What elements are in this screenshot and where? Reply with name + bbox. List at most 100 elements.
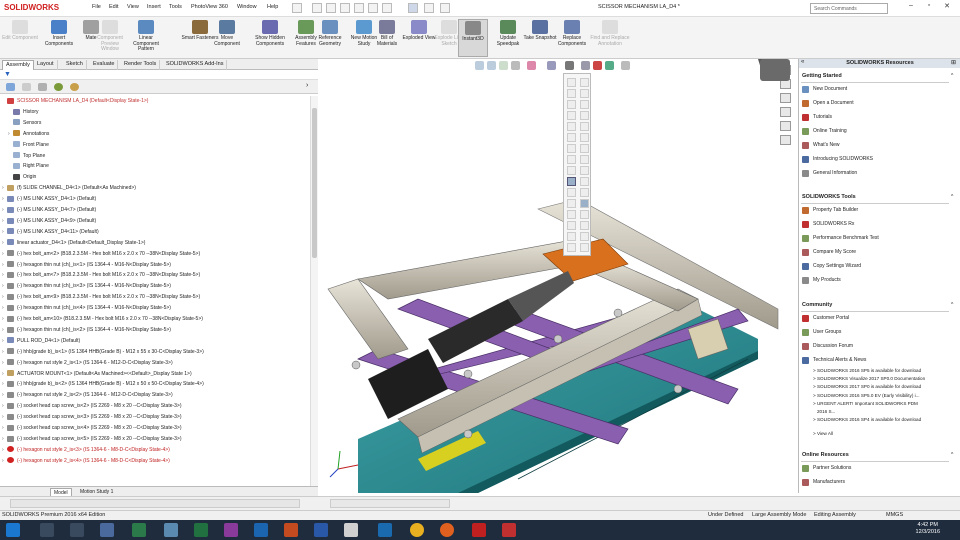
word-icon[interactable] bbox=[314, 523, 328, 537]
flyout-option-icon[interactable] bbox=[567, 232, 576, 241]
minimize-icon[interactable]: – bbox=[906, 2, 916, 14]
flyout-option-icon[interactable] bbox=[567, 78, 576, 87]
propertymanager-tab-icon[interactable] bbox=[22, 83, 31, 91]
flyout-option-icon[interactable] bbox=[567, 210, 576, 219]
tree-item[interactable]: › (-) MS LINK ASSY_D4<1> (Default) bbox=[2, 194, 96, 205]
tree-item[interactable]: › (-) hex bolt_am<2> (B18.2.3.5M - Hex bo… bbox=[2, 249, 200, 260]
flyout-option-icon[interactable] bbox=[580, 243, 589, 252]
tree-item[interactable]: › (-) hex bolt_am<7> (B18.2.3.5M - Hex bo… bbox=[2, 270, 200, 281]
file-explorer-icon[interactable] bbox=[100, 523, 114, 537]
news-link[interactable]: 2016 S... bbox=[817, 409, 949, 414]
app-icon[interactable] bbox=[132, 523, 146, 537]
tree-item[interactable]: › linear actuator_D4<1> (Default<Default_… bbox=[2, 238, 145, 249]
tree-item[interactable]: › (f) SLIDE CHANNEL_D4<1> (Default<As Mac… bbox=[2, 183, 136, 194]
flyout-option-icon[interactable] bbox=[567, 100, 576, 109]
ribbon-button-exploded-view[interactable]: Exploded View bbox=[402, 19, 436, 57]
filter-icon[interactable]: ▼ bbox=[4, 71, 11, 78]
solidworks-taskbar-icon[interactable] bbox=[502, 523, 516, 537]
acrobat-icon[interactable] bbox=[472, 523, 486, 537]
tree-item[interactable]: › (-) socket head cap screw_is<4> (IS 226… bbox=[2, 423, 182, 434]
tree-item[interactable]: › (-) hexagon nut style 2_is<3> (IS 1364-… bbox=[2, 445, 170, 456]
powerpoint-icon[interactable] bbox=[284, 523, 298, 537]
user-icon[interactable] bbox=[790, 3, 800, 13]
previous-view-icon[interactable] bbox=[499, 61, 508, 70]
open-document-icon[interactable] bbox=[326, 3, 336, 13]
tree-item[interactable]: › (-) hexagon thin nut (ch)_is<4> (IS 136… bbox=[2, 303, 171, 314]
resource-link[interactable]: New Document bbox=[813, 86, 847, 92]
onenote-icon[interactable] bbox=[224, 523, 238, 537]
tab-render-tools[interactable]: Render Tools bbox=[121, 60, 161, 70]
resource-link[interactable]: Compare My Score bbox=[813, 249, 856, 255]
outlook-icon[interactable] bbox=[254, 523, 268, 537]
tree-item[interactable]: › (-) MS LINK ASSY_D4<7> (Default) bbox=[2, 205, 96, 216]
flyout-option-icon[interactable] bbox=[567, 89, 576, 98]
menu-help[interactable]: Help bbox=[267, 4, 278, 10]
news-link[interactable]: > View All bbox=[813, 431, 945, 436]
configuration-tab-icon[interactable] bbox=[38, 83, 47, 91]
firefox-icon[interactable] bbox=[440, 523, 454, 537]
new-document-icon[interactable] bbox=[312, 3, 322, 13]
flyout-option-icon[interactable] bbox=[580, 155, 589, 164]
view-orientation-icon[interactable] bbox=[547, 61, 556, 70]
collapse-icon[interactable]: ^ bbox=[951, 452, 953, 458]
tree-item[interactable]: Front Plane bbox=[8, 140, 49, 151]
resource-link[interactable]: Open a Document bbox=[813, 100, 854, 106]
flyout-option-icon[interactable] bbox=[567, 111, 576, 120]
tree-item[interactable]: › (-) hex bolt_am<9> (B18.2.3.5M - Hex bo… bbox=[2, 292, 200, 303]
pin-icon[interactable] bbox=[292, 3, 302, 13]
tree-item[interactable]: › (-) socket head cap screw_is<2> (IS 226… bbox=[2, 401, 182, 412]
tree-root[interactable]: SCISSOR MECHANISM LA_D4 (Default<Display… bbox=[2, 96, 148, 107]
ribbon-button-move-component[interactable]: Move Component bbox=[210, 19, 244, 57]
ribbon-button-take-snapshot[interactable]: Take Snapshot bbox=[522, 19, 558, 57]
print-icon[interactable] bbox=[354, 3, 364, 13]
resource-link[interactable]: My Products bbox=[813, 277, 841, 283]
flyout-option-icon[interactable] bbox=[567, 243, 576, 252]
section-view-icon[interactable] bbox=[511, 61, 520, 70]
flyout-option-icon[interactable] bbox=[580, 122, 589, 131]
resource-link[interactable]: Copy Settings Wizard bbox=[813, 263, 861, 269]
resource-link[interactable]: Customer Portal bbox=[813, 315, 849, 321]
flyout-option-icon[interactable] bbox=[567, 133, 576, 142]
flyout-option-icon[interactable] bbox=[580, 199, 589, 208]
ribbon-button-instant3d[interactable]: Instant3D bbox=[458, 19, 488, 57]
resource-link[interactable]: User Groups bbox=[813, 329, 841, 335]
pin-panel-icon[interactable]: ⊞ bbox=[951, 59, 956, 66]
calculator-icon[interactable] bbox=[344, 523, 358, 537]
tab-solidworks-add-ins[interactable]: SOLIDWORKS Add-Ins bbox=[163, 60, 228, 70]
menu-tools[interactable]: Tools bbox=[169, 4, 182, 10]
menu-file[interactable]: File bbox=[92, 4, 101, 10]
tab-sketch[interactable]: Sketch bbox=[63, 60, 87, 70]
tab-evaluate[interactable]: Evaluate bbox=[90, 60, 119, 70]
motion-toolbar[interactable] bbox=[10, 499, 300, 508]
resource-link[interactable]: Introducing SOLIDWORKS bbox=[813, 156, 873, 162]
tree-item[interactable]: › (-) hhb(grade b)_is<1> (IS 1364 HHB(Gra… bbox=[2, 347, 204, 358]
excel-icon[interactable] bbox=[194, 523, 208, 537]
windows-start-icon[interactable] bbox=[6, 523, 20, 537]
display-style-icon[interactable] bbox=[565, 61, 574, 70]
ribbon-button-edit-component[interactable]: Edit Component bbox=[0, 19, 40, 57]
tree-item[interactable]: › (-) hexagon thin nut (ch)_is<2> (IS 136… bbox=[2, 325, 171, 336]
custom-properties-tab-icon[interactable] bbox=[780, 135, 791, 145]
display-manager-tab-icon[interactable] bbox=[70, 83, 79, 91]
resource-link[interactable]: Performance Benchmark Test bbox=[813, 235, 879, 241]
tree-item[interactable]: History bbox=[8, 107, 39, 118]
redo-icon[interactable] bbox=[382, 3, 392, 13]
tab-motion-study-1[interactable]: Motion Study 1 bbox=[77, 488, 116, 496]
pdf-app-icon[interactable] bbox=[378, 523, 392, 537]
resource-link[interactable]: Online Training bbox=[813, 128, 847, 134]
timeline-strip[interactable] bbox=[330, 499, 450, 508]
flyout-option-icon[interactable] bbox=[567, 144, 576, 153]
flyout-option-icon[interactable] bbox=[580, 221, 589, 230]
tree-item[interactable]: › (-) MS LINK ASSY_D4<9> (Default) bbox=[2, 216, 96, 227]
apply-scene-icon[interactable] bbox=[605, 61, 614, 70]
tab-layout[interactable]: Layout bbox=[34, 60, 58, 70]
ribbon-button-find-and-replace-annotation[interactable]: Find and Replace Annotation bbox=[590, 19, 630, 57]
resource-link[interactable]: What's New bbox=[813, 142, 840, 148]
flyout-option-icon[interactable] bbox=[567, 199, 576, 208]
flyout-option-icon[interactable] bbox=[567, 188, 576, 197]
menu-photoview-360[interactable]: PhotoView 360 bbox=[191, 4, 228, 10]
chrome-icon[interactable] bbox=[410, 523, 424, 537]
news-link[interactable]: > SOLIDWORKS 2016 SP5.0 EV (Early Visibi… bbox=[813, 393, 945, 398]
tree-item[interactable]: Origin bbox=[8, 172, 36, 183]
flyout-option-icon[interactable] bbox=[580, 177, 589, 186]
